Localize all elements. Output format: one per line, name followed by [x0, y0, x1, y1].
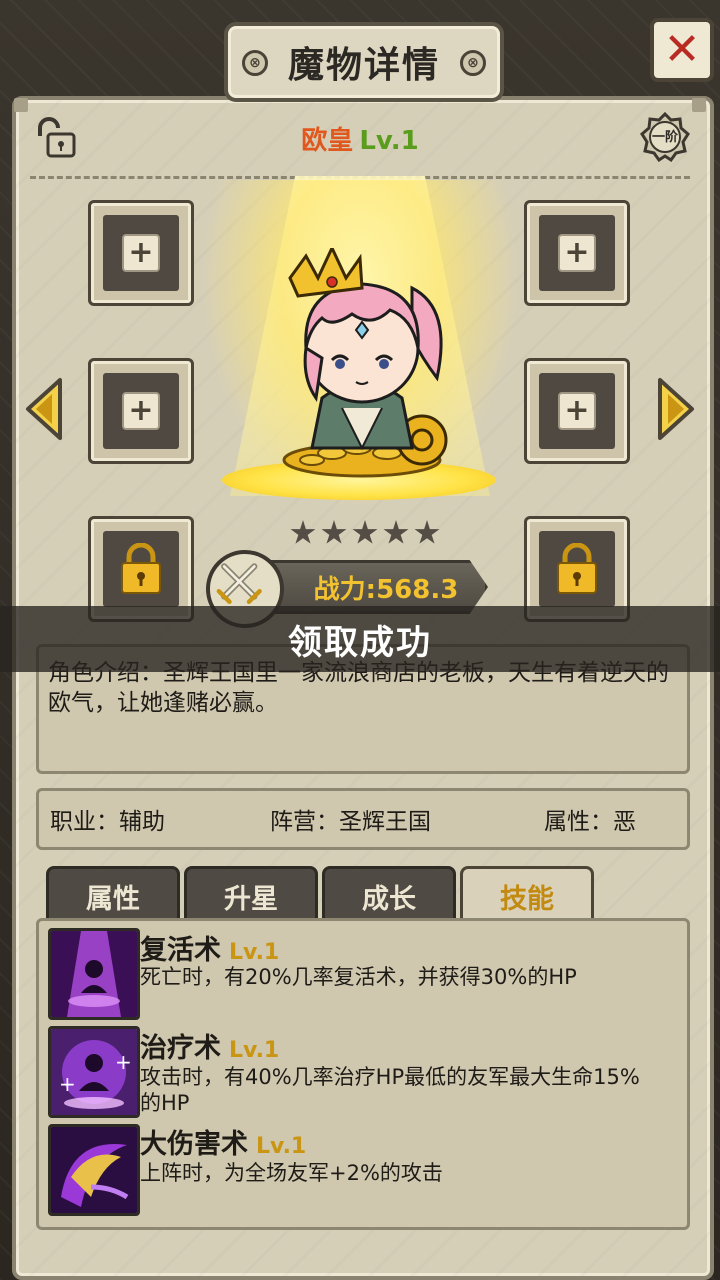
monster-name: 欧皇	[301, 126, 354, 156]
skill-description: 攻击时，有40%几率治疗HP最低的友军最大生命15%的HP	[140, 1065, 640, 1115]
skill-name: 大伤害术	[140, 1129, 248, 1160]
equip-slot[interactable]: +	[88, 358, 194, 464]
skill-name: 治疗术	[140, 1033, 221, 1064]
page-title: 魔物详情	[287, 45, 440, 86]
padlock-icon	[121, 543, 161, 594]
equip-slot[interactable]: +	[88, 200, 194, 306]
svg-text:+: +	[115, 1050, 132, 1074]
star-icon	[414, 520, 440, 544]
add-icon: +	[122, 392, 160, 430]
next-arrow-icon[interactable]	[656, 376, 696, 442]
monster-name-row: 欧皇 Lv.1	[0, 120, 720, 157]
add-icon: +	[558, 234, 596, 272]
big-damage-skill-icon[interactable]	[48, 1124, 140, 1216]
rivet-icon: ⊗	[460, 50, 486, 76]
panel-corner	[692, 98, 706, 112]
faction-label: 阵营：圣辉王国	[270, 809, 431, 835]
tab-label: 成长	[362, 883, 416, 915]
monster-level: Lv.1	[359, 126, 419, 156]
heal-skill-icon[interactable]: + +	[48, 1026, 140, 1118]
panel-corner	[14, 98, 28, 112]
skill-level: Lv.1	[229, 1038, 280, 1063]
skill-name-row: 复活术 Lv.1	[140, 928, 279, 967]
revive-skill-icon[interactable]	[48, 928, 140, 1020]
prev-arrow-icon[interactable]	[24, 376, 64, 442]
star-rating	[290, 520, 440, 546]
attribute-label: 属性：恶	[544, 809, 636, 835]
skill-level: Lv.1	[229, 940, 280, 965]
svg-text:+: +	[59, 1072, 76, 1096]
tab-star-up[interactable]: 升星	[184, 866, 318, 923]
tab-skills[interactable]: 技能	[460, 866, 594, 923]
star-icon	[290, 520, 316, 544]
padlock-icon	[557, 543, 597, 594]
character-sprite	[282, 248, 448, 478]
add-icon: +	[122, 234, 160, 272]
skill-description: 上阵时，为全场友军+2%的攻击	[140, 1161, 443, 1185]
rank-label: 一阶	[651, 130, 678, 145]
skill-name-row: 治疗术 Lv.1	[140, 1026, 279, 1065]
job-label: 职业：辅助	[50, 809, 165, 835]
star-icon	[321, 520, 347, 544]
tab-growth[interactable]: 成长	[322, 866, 456, 923]
equip-slot[interactable]: +	[524, 358, 630, 464]
star-icon	[383, 520, 409, 544]
skill-description: 死亡时，有20%几率复活术，并获得30%的HP	[140, 965, 577, 989]
add-icon: +	[558, 392, 596, 430]
close-button[interactable]: ✕	[650, 18, 714, 82]
close-icon: ✕	[663, 24, 701, 75]
star-icon	[352, 520, 378, 544]
power-value: 战力:568.3	[313, 574, 459, 605]
toast-message: 领取成功	[288, 622, 432, 663]
tab-attributes[interactable]: 属性	[46, 866, 180, 923]
tab-label: 属性	[86, 883, 140, 915]
toast-banner: 领取成功	[0, 606, 720, 672]
tab-label: 技能	[500, 883, 554, 915]
title-plate: ⊗ 魔物详情 ⊗	[224, 22, 504, 102]
skill-name: 复活术	[140, 935, 221, 966]
equip-slot[interactable]: +	[524, 200, 630, 306]
skill-level: Lv.1	[256, 1134, 307, 1159]
tab-label: 升星	[224, 883, 278, 915]
rivet-icon: ⊗	[242, 50, 268, 76]
skill-name-row: 大伤害术 Lv.1	[140, 1122, 306, 1161]
